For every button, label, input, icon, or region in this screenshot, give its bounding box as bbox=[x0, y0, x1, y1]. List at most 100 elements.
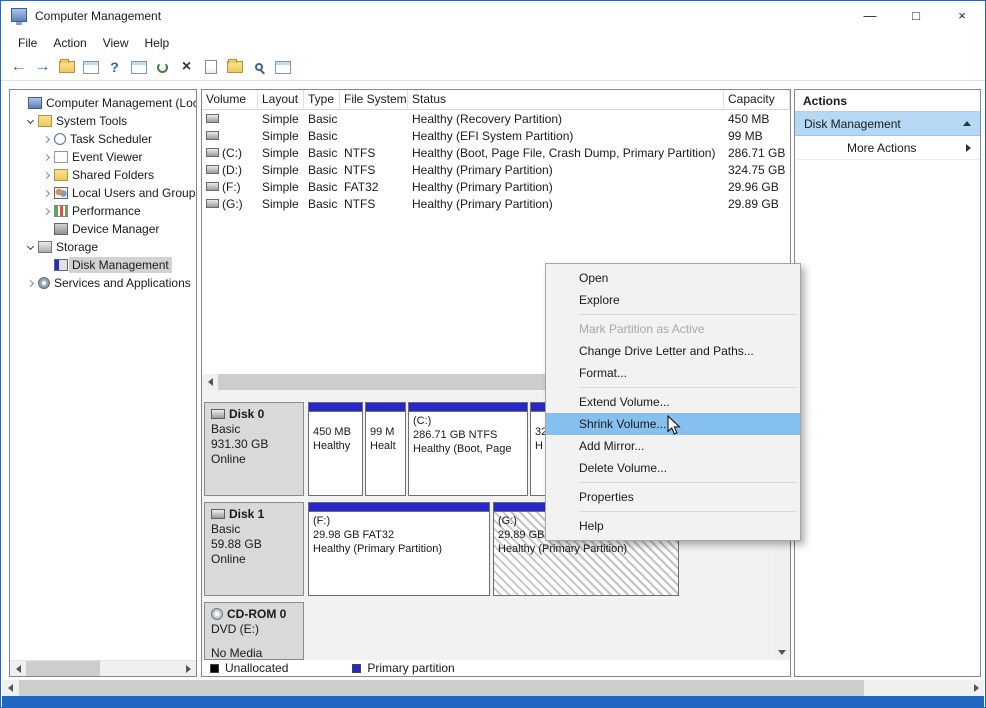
table-row[interactable]: (D:) Simple Basic NTFS Healthy (Primary … bbox=[202, 161, 790, 178]
disk-0-label[interactable]: Disk 0 Basic 931.30 GB Online bbox=[204, 402, 304, 496]
open-folder-glyph bbox=[227, 61, 243, 73]
collapse-expander[interactable] bbox=[24, 241, 36, 253]
tree-item-computer-management[interactable]: Computer Management (Local bbox=[10, 94, 196, 112]
show-console-tree-icon[interactable] bbox=[55, 56, 78, 79]
back-icon[interactable]: ← bbox=[7, 56, 30, 79]
scroll-right-button[interactable] bbox=[968, 680, 984, 696]
table-row[interactable]: (F:) Simple Basic FAT32 Healthy (Primary… bbox=[202, 178, 790, 195]
scroll-left-button[interactable] bbox=[2, 680, 18, 696]
menu-item-help[interactable]: Help bbox=[546, 515, 800, 537]
table-row[interactable]: (G:) Simple Basic NTFS Healthy (Primary … bbox=[202, 195, 790, 212]
expand-expander[interactable] bbox=[40, 169, 52, 181]
menu-item-properties[interactable]: Properties bbox=[546, 486, 800, 508]
mouse-cursor bbox=[667, 415, 682, 437]
disk-state: No Media bbox=[205, 646, 303, 660]
tree-item-storage[interactable]: Storage bbox=[10, 238, 196, 256]
report-icon[interactable] bbox=[271, 56, 294, 79]
column-header-volume[interactable]: Volume bbox=[202, 90, 258, 110]
menu-view[interactable]: View bbox=[95, 33, 137, 53]
expand-expander[interactable] bbox=[40, 133, 52, 145]
menu-separator bbox=[579, 387, 797, 388]
open-folder-icon[interactable] bbox=[223, 56, 246, 79]
partition-f[interactable]: (F:) 29.98 GB FAT32 Healthy (Primary Par… bbox=[308, 502, 490, 596]
expand-expander[interactable] bbox=[40, 205, 52, 217]
table-row[interactable]: Simple Basic Healthy (EFI System Partiti… bbox=[202, 127, 790, 144]
tree-horizontal-scrollbar[interactable] bbox=[10, 660, 196, 676]
chevron-right-icon bbox=[42, 153, 49, 160]
close-button[interactable]: × bbox=[939, 1, 985, 30]
partition-color-bar bbox=[366, 403, 405, 412]
column-header-file-system[interactable]: File System bbox=[340, 90, 408, 110]
expand-expander[interactable] bbox=[40, 151, 52, 163]
scroll-left-button[interactable] bbox=[10, 661, 26, 677]
find-icon[interactable] bbox=[247, 56, 270, 79]
menu-item-explore[interactable]: Explore bbox=[546, 289, 800, 311]
show-action-pane-icon[interactable] bbox=[127, 56, 150, 79]
tree-item-label: Storage bbox=[56, 240, 98, 254]
expand-expander[interactable] bbox=[24, 277, 36, 289]
menu-item-format[interactable]: Format... bbox=[546, 362, 800, 384]
storage-icon bbox=[38, 241, 52, 253]
help-icon[interactable]: ? bbox=[103, 56, 126, 79]
scroll-down-button[interactable] bbox=[774, 644, 790, 660]
column-header-type[interactable]: Type bbox=[304, 90, 340, 110]
menu-item-delete-volume[interactable]: Delete Volume... bbox=[546, 457, 800, 479]
scroll-left-button[interactable] bbox=[202, 374, 218, 390]
menu-item-change-drive-letter[interactable]: Change Drive Letter and Paths... bbox=[546, 340, 800, 362]
partition-efi[interactable]: 99 M Healt bbox=[365, 402, 406, 496]
cdrom-label[interactable]: CD-ROM 0 DVD (E:) No Media bbox=[204, 602, 304, 660]
partition-status: Healthy (Primary Partition) bbox=[498, 542, 678, 556]
services-applications-icon bbox=[38, 277, 50, 289]
menu-action[interactable]: Action bbox=[45, 33, 94, 53]
tree-item-event-viewer[interactable]: Event Viewer bbox=[10, 148, 196, 166]
menu-file[interactable]: File bbox=[10, 33, 45, 53]
expand-expander[interactable] bbox=[40, 187, 52, 199]
delete-icon[interactable]: × bbox=[175, 56, 198, 79]
column-header-capacity[interactable]: Capacity bbox=[724, 90, 790, 110]
refresh-icon[interactable] bbox=[151, 56, 174, 79]
export-list-icon[interactable] bbox=[79, 56, 102, 79]
menu-item-extend-volume[interactable]: Extend Volume... bbox=[546, 391, 800, 413]
actions-group-disk-management[interactable]: Disk Management bbox=[795, 112, 980, 136]
report-glyph bbox=[275, 61, 291, 74]
app-icon bbox=[11, 8, 27, 22]
cell-capacity: 324.75 GB bbox=[724, 163, 790, 177]
refresh-glyph bbox=[157, 62, 168, 73]
column-header-layout[interactable]: Layout bbox=[258, 90, 304, 110]
window-horizontal-scrollbar[interactable] bbox=[2, 680, 984, 696]
unallocated-swatch bbox=[210, 664, 219, 673]
partition-c[interactable]: (C:) 286.71 GB NTFS Healthy (Boot, Page bbox=[408, 402, 528, 496]
tree-item-system-tools[interactable]: System Tools bbox=[10, 112, 196, 130]
tree-item-services-applications[interactable]: Services and Applications bbox=[10, 274, 196, 292]
more-actions-arrow-icon bbox=[966, 144, 971, 152]
minimize-button[interactable]: — bbox=[847, 1, 893, 30]
scrollbar-thumb[interactable] bbox=[19, 680, 864, 696]
disk-1-label[interactable]: Disk 1 Basic 59.88 GB Online bbox=[204, 502, 304, 596]
tree-item-performance[interactable]: Performance bbox=[10, 202, 196, 220]
scrollbar-thumb[interactable] bbox=[26, 661, 100, 677]
scroll-right-button[interactable] bbox=[180, 661, 196, 677]
tree-item-task-scheduler[interactable]: Task Scheduler bbox=[10, 130, 196, 148]
tree-item-label: Computer Management (Local bbox=[46, 96, 197, 110]
tree-item-shared-folders[interactable]: Shared Folders bbox=[10, 166, 196, 184]
menu-item-open[interactable]: Open bbox=[546, 267, 800, 289]
menu-help[interactable]: Help bbox=[137, 33, 178, 53]
cell-capacity: 286.71 GB bbox=[724, 146, 790, 160]
table-row[interactable]: Simple Basic Healthy (Recovery Partition… bbox=[202, 110, 790, 127]
tree-item-device-manager[interactable]: Device Manager bbox=[10, 220, 196, 238]
volume-icon bbox=[206, 131, 219, 140]
menu-item-add-mirror[interactable]: Add Mirror... bbox=[546, 435, 800, 457]
cell-status: Healthy (Primary Partition) bbox=[408, 163, 724, 177]
collapse-chevron-icon[interactable] bbox=[963, 121, 971, 126]
collapse-expander[interactable] bbox=[24, 115, 36, 127]
partition-recovery[interactable]: 450 MB Healthy bbox=[308, 402, 363, 496]
maximize-button[interactable]: □ bbox=[893, 1, 939, 30]
tree-item-disk-management[interactable]: Disk Management bbox=[10, 256, 196, 274]
tree-item-local-users-groups[interactable]: Local Users and Groups bbox=[10, 184, 196, 202]
forward-icon[interactable]: → bbox=[31, 56, 54, 79]
table-row[interactable]: (C:) Simple Basic NTFS Healthy (Boot, Pa… bbox=[202, 144, 790, 161]
column-header-status[interactable]: Status bbox=[408, 90, 724, 110]
disk-size: 931.30 GB bbox=[205, 437, 303, 452]
properties-icon[interactable] bbox=[199, 56, 222, 79]
more-actions-item[interactable]: More Actions bbox=[795, 136, 980, 160]
